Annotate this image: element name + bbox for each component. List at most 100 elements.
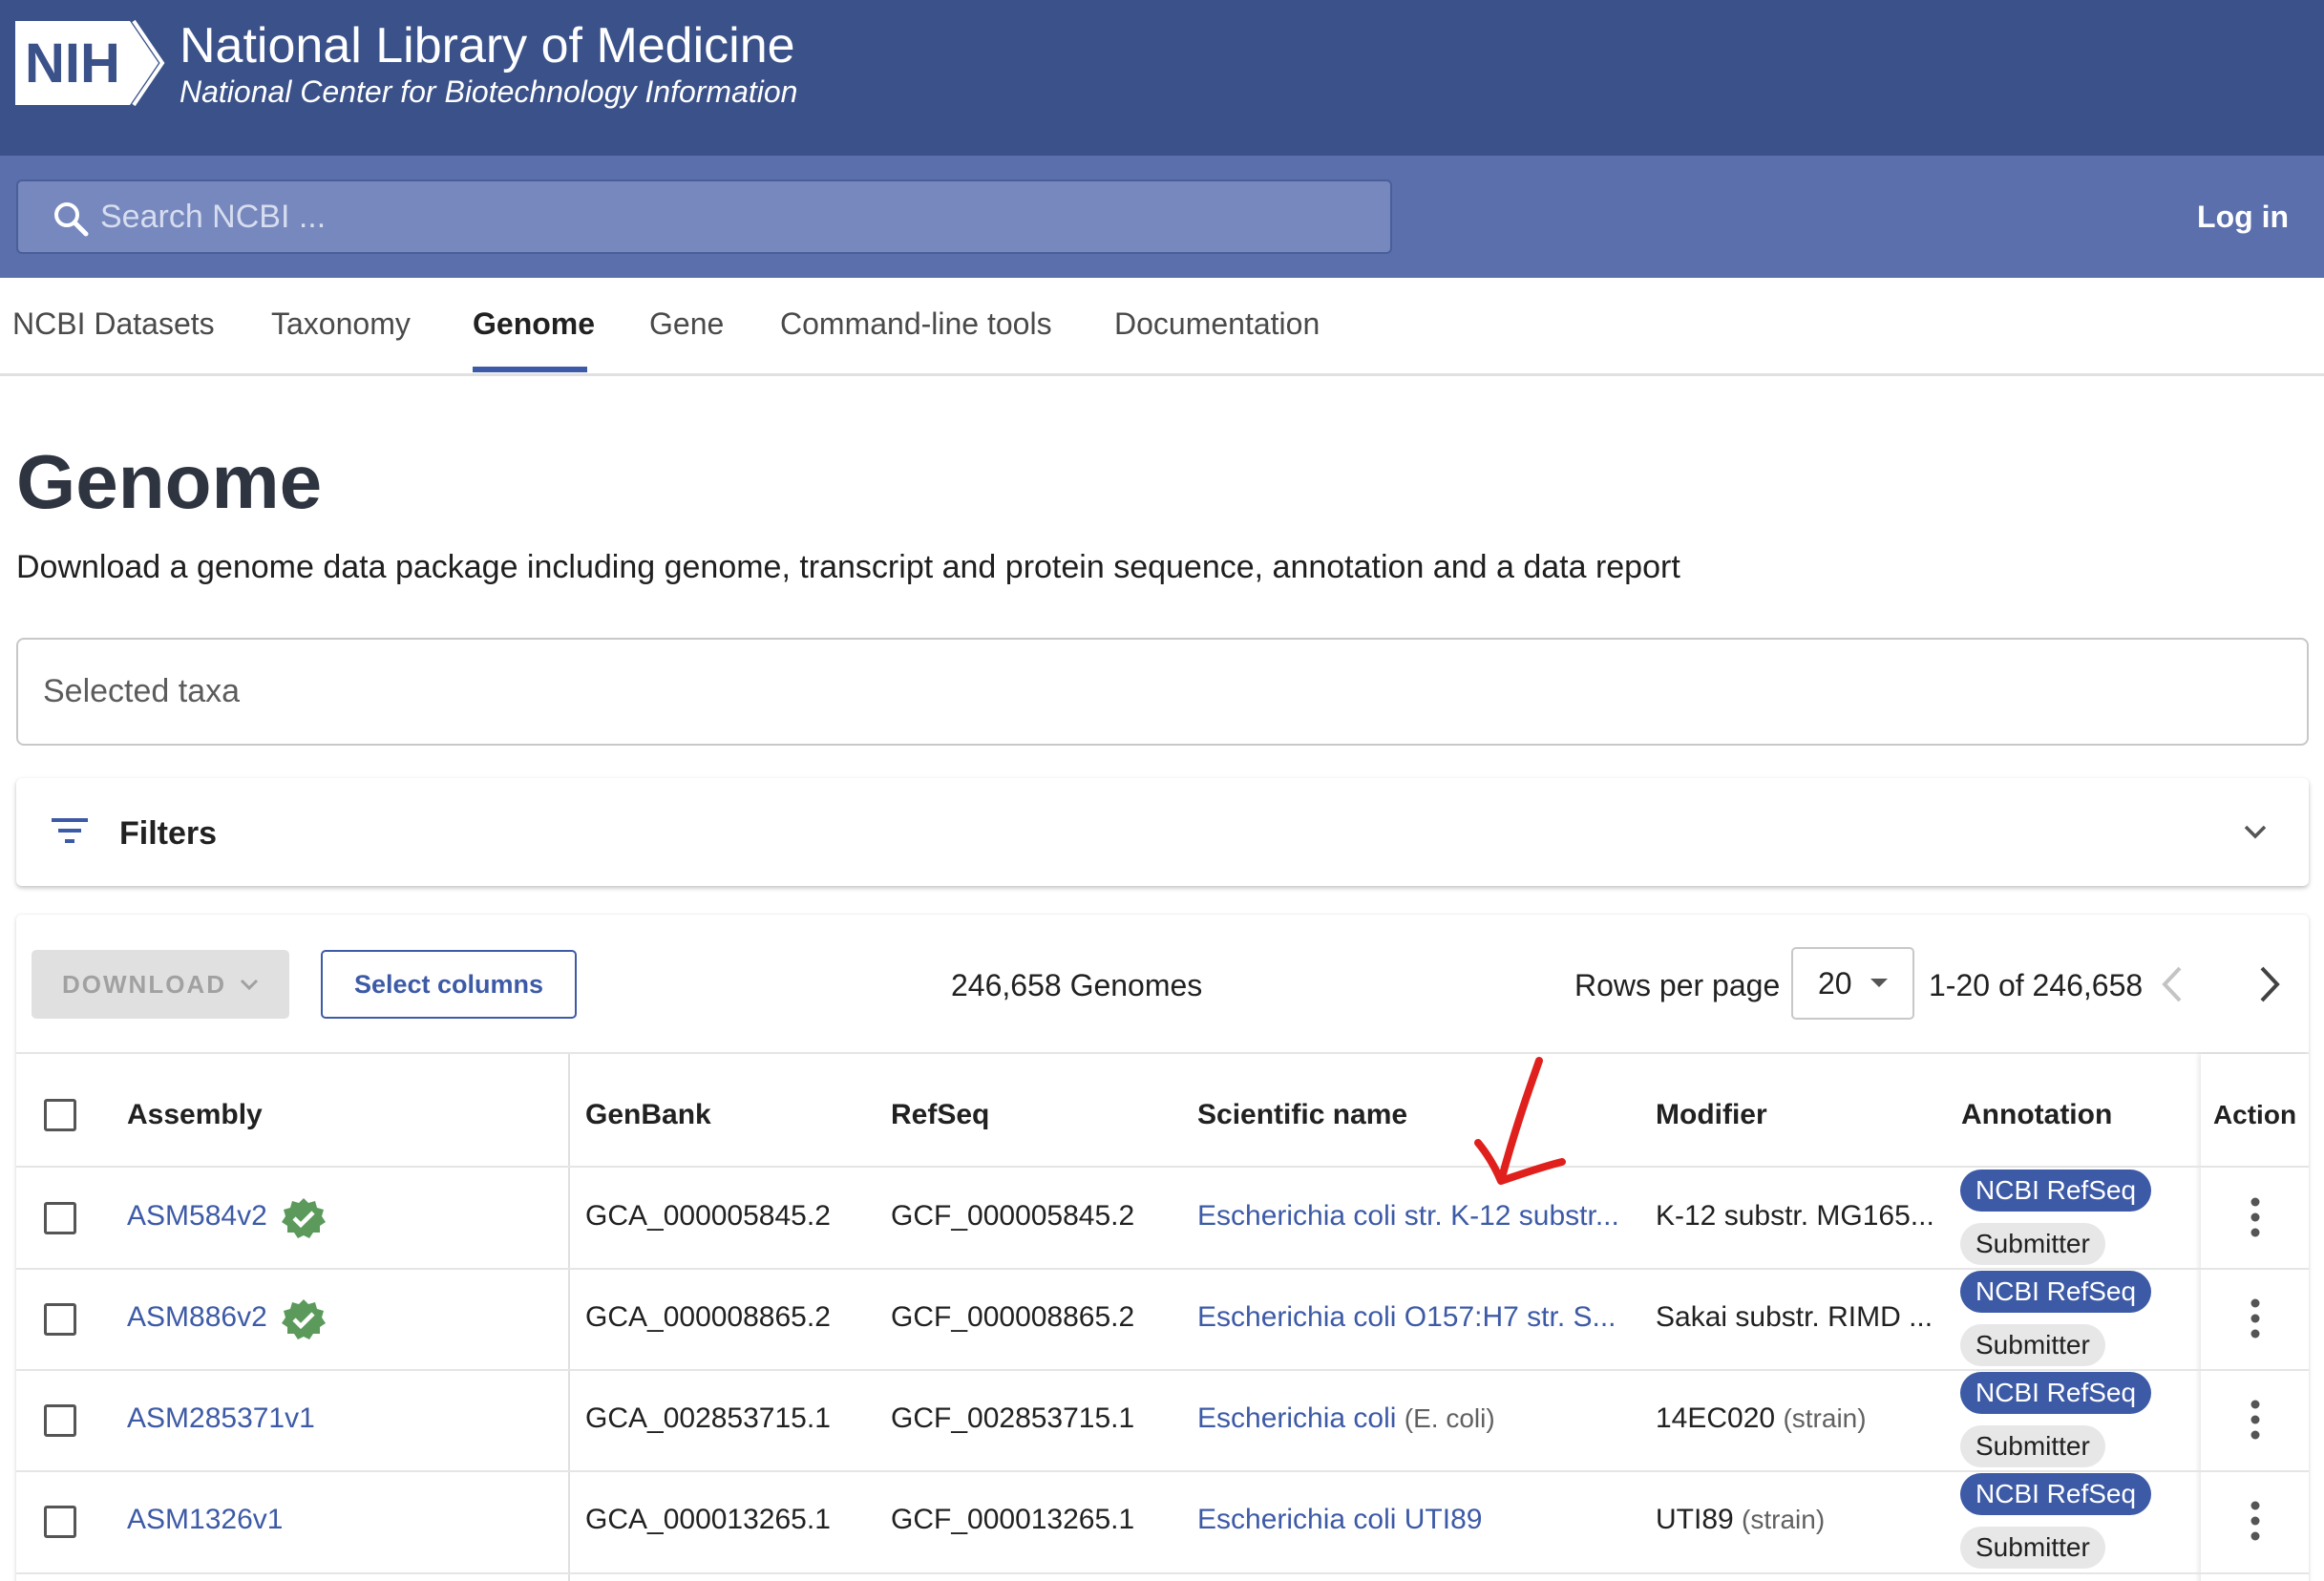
scientific-name-link[interactable]: Escherichia coli str. K-12 substr... <box>1197 1200 1619 1232</box>
scientific-name: Escherichia coli O157:H7 str. S... <box>1197 1298 1616 1337</box>
caret-down-icon <box>1870 979 1888 987</box>
scientific-name: Escherichia coli UTI89 <box>1197 1501 1482 1539</box>
rows-per-page-select[interactable]: 20 <box>1791 947 1914 1020</box>
download-label: DOWNLOAD <box>62 969 226 999</box>
col-refseq[interactable]: RefSeq <box>891 1096 989 1134</box>
refseq-accession[interactable]: GCF_000008865.2 <box>891 1298 1134 1337</box>
scientific-name: Escherichia coli str. K-12 substr... <box>1197 1197 1619 1235</box>
row-divider <box>16 1166 2309 1168</box>
modifier: Sakai substr. RIMD ... <box>1656 1301 1933 1333</box>
more-vert-icon[interactable] <box>2249 1399 2262 1441</box>
site-banner: NIH National Library of Medicine Nationa… <box>0 0 2324 156</box>
col-annotation[interactable]: Annotation <box>1961 1096 2112 1134</box>
row-checkbox[interactable] <box>44 1404 76 1437</box>
column-divider <box>568 1054 570 1581</box>
table-top-border <box>16 1052 2309 1054</box>
scientific-name-link[interactable]: Escherichia coli <box>1197 1402 1396 1434</box>
search-icon <box>54 202 89 237</box>
col-scientific-name[interactable]: Scientific name <box>1197 1096 1407 1134</box>
modifier-value: 14EC020 <box>1656 1402 1776 1434</box>
modifier: UTI89 (strain) <box>1656 1501 1825 1539</box>
tab-documentation[interactable]: Documentation <box>1114 305 1320 343</box>
results-card: DOWNLOAD Select columns 246,658 Genomes … <box>16 915 2309 1581</box>
row-divider <box>16 1572 2309 1574</box>
annotation-badge-ncbi-refseq: NCBI RefSeq <box>1960 1372 2152 1414</box>
select-columns-button[interactable]: Select columns <box>321 950 577 1019</box>
select-all-checkbox[interactable] <box>44 1099 76 1131</box>
page-description: Download a genome data package including… <box>16 549 1680 585</box>
tab-taxonomy[interactable]: Taxonomy <box>271 305 411 343</box>
assembly-link[interactable]: ASM886v2 <box>127 1298 267 1337</box>
row-checkbox[interactable] <box>44 1202 76 1234</box>
chevron-right-icon[interactable] <box>2250 960 2289 1008</box>
pagination-range: 1-20 of 246,658 <box>1929 968 2144 1002</box>
col-assembly[interactable]: Assembly <box>127 1096 263 1134</box>
selected-taxa-input[interactable] <box>43 640 2239 744</box>
annotation-badge-ncbi-refseq: NCBI RefSeq <box>1960 1170 2152 1212</box>
row-divider <box>16 1268 2309 1270</box>
annotation-badge-ncbi-refseq: NCBI RefSeq <box>1960 1271 2152 1313</box>
modifier: K-12 substr. MG165... <box>1656 1200 1934 1232</box>
genbank-accession[interactable]: GCA_000008865.2 <box>585 1298 831 1337</box>
row-checkbox[interactable] <box>44 1303 76 1336</box>
page-title: Genome <box>16 439 323 524</box>
modifier: 14EC020 (strain) <box>1656 1400 1867 1438</box>
verified-badge-icon <box>282 1198 326 1238</box>
filters-panel[interactable]: Filters <box>16 778 2309 886</box>
annotation-badge-submitter: Submitter <box>1960 1425 2105 1467</box>
modifier-type: (strain) <box>1742 1505 1826 1534</box>
svg-text:NIH: NIH <box>25 32 120 95</box>
more-vert-icon[interactable] <box>2249 1196 2262 1238</box>
row-divider <box>16 1369 2309 1371</box>
genbank-accession[interactable]: GCA_002853715.1 <box>585 1400 831 1438</box>
annotation-badge-submitter: Submitter <box>1960 1324 2105 1366</box>
scientific-name: Escherichia coli (E. coli) <box>1197 1400 1495 1438</box>
annotation-badge-submitter: Submitter <box>1960 1223 2105 1265</box>
active-tab-indicator <box>473 367 587 372</box>
selected-taxa-field[interactable] <box>16 638 2309 746</box>
chevron-left-icon[interactable] <box>2153 960 2191 1008</box>
modifier-type: (strain) <box>1783 1403 1867 1433</box>
rows-per-page-value: 20 <box>1818 966 1852 1001</box>
filters-label: Filters <box>119 815 218 852</box>
nav-tabs: NCBI Datasets Taxonomy Genome Gene Comma… <box>0 278 2324 376</box>
col-modifier[interactable]: Modifier <box>1656 1096 1767 1134</box>
row-checkbox[interactable] <box>44 1506 76 1538</box>
scientific-name-link[interactable]: Escherichia coli UTI89 <box>1197 1504 1482 1535</box>
modifier-value: UTI89 <box>1656 1504 1734 1535</box>
tab-command-line-tools[interactable]: Command-line tools <box>780 305 1052 343</box>
search-box[interactable] <box>16 179 1392 254</box>
checkmark-annotation-icon <box>1474 1057 1566 1185</box>
download-button[interactable]: DOWNLOAD <box>32 950 289 1019</box>
col-action: Action <box>2212 1100 2297 1129</box>
chevron-down-icon <box>240 979 259 991</box>
tab-gene[interactable]: Gene <box>649 305 724 343</box>
annotation-badge-submitter: Submitter <box>1960 1527 2105 1569</box>
refseq-accession[interactable]: GCF_000005845.2 <box>891 1197 1134 1235</box>
col-genbank[interactable]: GenBank <box>585 1096 711 1134</box>
common-name: (E. coli) <box>1404 1403 1495 1433</box>
verified-badge-icon <box>282 1299 326 1339</box>
search-bar: Log in <box>0 156 2324 278</box>
nih-logo[interactable]: NIH <box>15 15 168 111</box>
tab-genome[interactable]: Genome <box>473 305 595 343</box>
genbank-accession[interactable]: GCA_000005845.2 <box>585 1197 831 1235</box>
search-input[interactable] <box>100 181 1342 252</box>
org-title[interactable]: National Library of Medicine <box>180 17 795 74</box>
annotation-badge-ncbi-refseq: NCBI RefSeq <box>1960 1473 2152 1515</box>
assembly-link[interactable]: ASM584v2 <box>127 1197 267 1235</box>
genbank-accession[interactable]: GCA_000013265.1 <box>585 1501 831 1539</box>
filter-icon <box>52 818 88 843</box>
refseq-accession[interactable]: GCF_002853715.1 <box>891 1400 1134 1438</box>
genome-count: 246,658 Genomes <box>951 968 1203 1002</box>
assembly-link[interactable]: ASM1326v1 <box>127 1501 283 1539</box>
scientific-name-link[interactable]: Escherichia coli O157:H7 str. S... <box>1197 1301 1616 1333</box>
rows-per-page-label: Rows per page <box>1574 968 1781 1002</box>
chevron-down-icon[interactable] <box>2240 816 2271 847</box>
more-vert-icon[interactable] <box>2249 1500 2262 1542</box>
login-link[interactable]: Log in <box>2197 196 2289 238</box>
more-vert-icon[interactable] <box>2249 1297 2262 1339</box>
refseq-accession[interactable]: GCF_000013265.1 <box>891 1501 1134 1539</box>
assembly-link[interactable]: ASM285371v1 <box>127 1400 315 1438</box>
tab-ncbi-datasets[interactable]: NCBI Datasets <box>12 305 215 343</box>
